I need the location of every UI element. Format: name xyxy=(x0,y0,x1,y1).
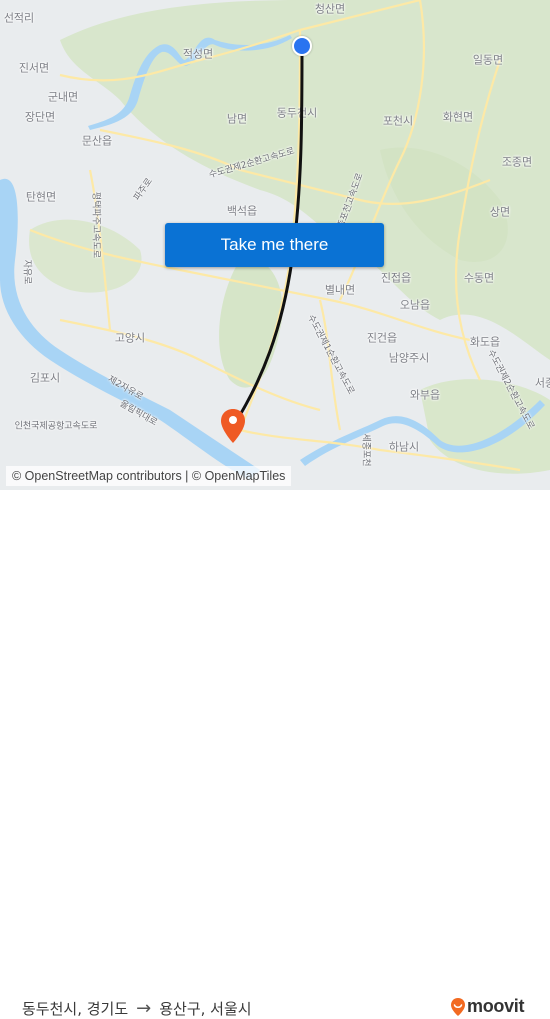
map-attribution[interactable]: © OpenStreetMap contributors | © OpenMap… xyxy=(6,466,292,486)
footer: 동두천시, 경기도 → 용산구, 서울시 moovit xyxy=(0,490,550,1019)
arrow-right-icon: → xyxy=(136,998,152,1019)
origin-marker[interactable] xyxy=(292,36,312,56)
destination-pin-icon[interactable] xyxy=(220,408,246,444)
origin-name: 동두천시, 경기도 xyxy=(22,1000,129,1018)
route-summary: 동두천시, 경기도 → 용산구, 서울시 xyxy=(22,998,252,1019)
moovit-logo[interactable]: moovit xyxy=(450,996,525,1017)
destination-name: 용산구, 서울시 xyxy=(159,1000,252,1018)
moovit-pin-icon xyxy=(451,997,465,1016)
take-me-there-button[interactable]: Take me there xyxy=(165,223,384,267)
moovit-wordmark: moovit xyxy=(467,996,525,1016)
map[interactable]: 청산면 선적리 적성면 진서면 일동면 군내면 장단면 남면 동두천시 포천시 화현면 문산읍 조종면 탄… xyxy=(0,0,550,490)
